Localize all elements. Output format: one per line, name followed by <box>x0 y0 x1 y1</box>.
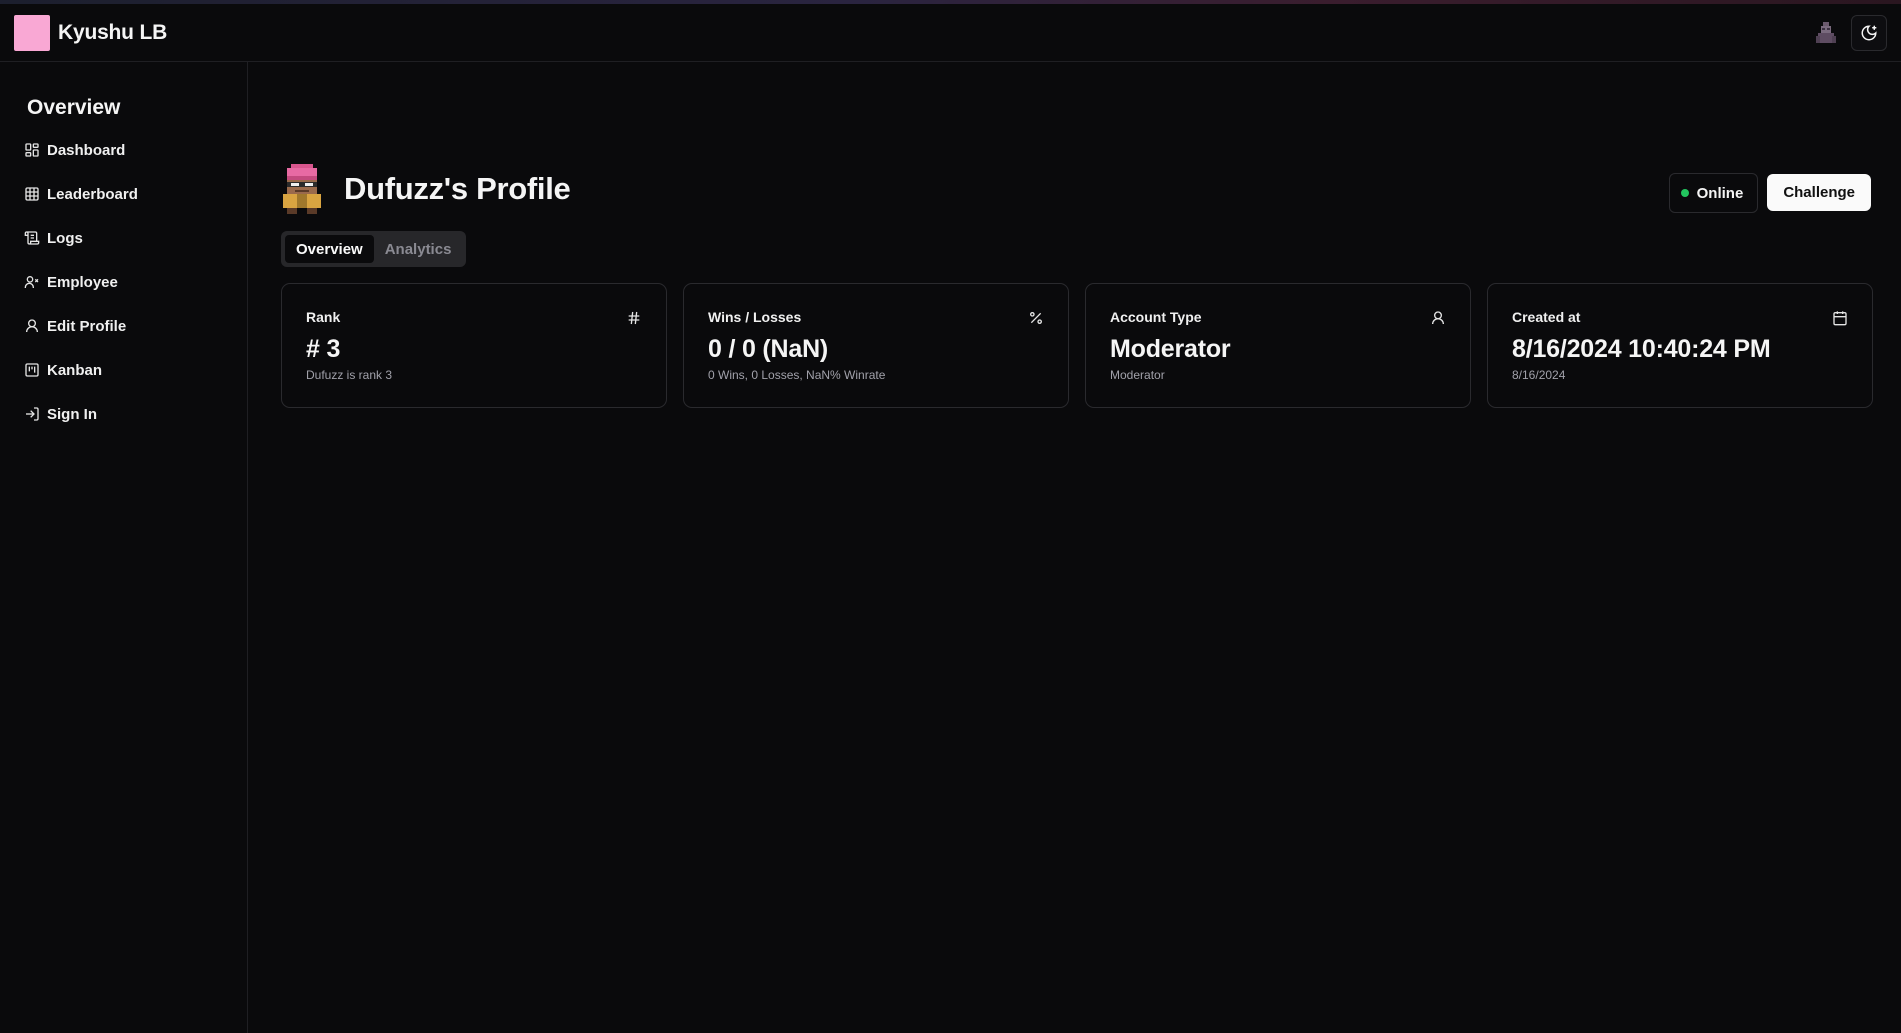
user-avatar[interactable] <box>1809 16 1843 50</box>
moon-icon <box>1861 24 1877 40</box>
sidebar-item-employee[interactable]: Employee <box>0 260 247 304</box>
card-subtext: Dufuzz is rank 3 <box>306 368 393 382</box>
status-badge: Online <box>1668 173 1759 213</box>
card-label: Account Type <box>1110 309 1202 325</box>
sidebar-item-sign-in[interactable]: Sign In <box>0 392 247 436</box>
scroll-icon <box>24 231 40 245</box>
brand-logo[interactable] <box>14 14 50 51</box>
user-x-icon <box>24 276 39 288</box>
card-value: 8/16/2024 10:40:24 PM <box>1512 335 1771 363</box>
brand-name[interactable]: Kyushu LB <box>58 21 167 45</box>
card-value: 0 / 0 (NaN) <box>708 335 829 363</box>
created-at-card: Created at 8/16/2024 10:40:24 PM 8/16/20… <box>1487 283 1873 408</box>
hash-icon <box>628 311 640 325</box>
sidebar-item-label: Logs <box>47 229 83 247</box>
tab-overview[interactable]: Overview <box>285 235 374 263</box>
card-label: Wins / Losses <box>708 309 802 325</box>
sidebar-title: Overview <box>27 96 121 119</box>
sign-in-icon <box>26 407 39 421</box>
sidebar-item-label: Sign In <box>47 405 97 423</box>
top-bar: Kyushu LB <box>0 4 1901 62</box>
card-label: Created at <box>1512 309 1581 325</box>
sidebar-item-edit-profile[interactable]: Edit Profile <box>0 304 247 348</box>
status-label: Online <box>1696 184 1744 202</box>
theme-toggle-button[interactable] <box>1851 14 1887 51</box>
account-type-card: Account Type Moderator Moderator <box>1085 283 1471 408</box>
sidebar-item-logs[interactable]: Logs <box>0 216 247 260</box>
profile-tabs: Overview Analytics <box>281 231 467 267</box>
online-dot-icon <box>1680 189 1689 197</box>
sidebar-item-label: Employee <box>47 273 118 291</box>
card-subtext: 0 Wins, 0 Losses, NaN% Winrate <box>708 368 886 382</box>
profile-avatar <box>283 164 321 214</box>
card-value: Moderator <box>1110 335 1231 363</box>
percent-icon <box>1030 312 1042 324</box>
sidebar-item-label: Leaderboard <box>47 185 138 203</box>
card-subtext: 8/16/2024 <box>1512 368 1566 382</box>
sidebar: Overview Dashboard Leaderboard Logs Empl… <box>0 62 248 1033</box>
calendar-icon <box>1833 311 1847 326</box>
dashboard-icon <box>25 143 39 157</box>
kanban-icon <box>25 363 39 377</box>
user-icon <box>26 319 38 333</box>
sidebar-item-label: Dashboard <box>47 141 126 159</box>
sidebar-item-kanban[interactable]: Kanban <box>0 348 247 392</box>
table-icon <box>25 187 39 201</box>
sidebar-item-label: Kanban <box>47 361 103 379</box>
user-icon <box>1432 311 1444 325</box>
main-content: Dufuzz's Profile Online Challenge Overvi… <box>249 62 1901 1033</box>
rank-card: Rank # 3 Dufuzz is rank 3 <box>281 283 667 408</box>
sidebar-item-dashboard[interactable]: Dashboard <box>0 128 247 172</box>
card-value: # 3 <box>306 335 341 363</box>
wins-losses-card: Wins / Losses 0 / 0 (NaN) 0 Wins, 0 Loss… <box>683 283 1069 408</box>
sidebar-item-label: Edit Profile <box>47 317 127 335</box>
card-subtext: Moderator <box>1110 368 1165 382</box>
page-title: Dufuzz's Profile <box>344 171 571 206</box>
challenge-button[interactable]: Challenge <box>1767 174 1871 211</box>
sidebar-item-leaderboard[interactable]: Leaderboard <box>0 172 247 216</box>
card-label: Rank <box>306 309 341 325</box>
tab-analytics[interactable]: Analytics <box>374 235 463 263</box>
